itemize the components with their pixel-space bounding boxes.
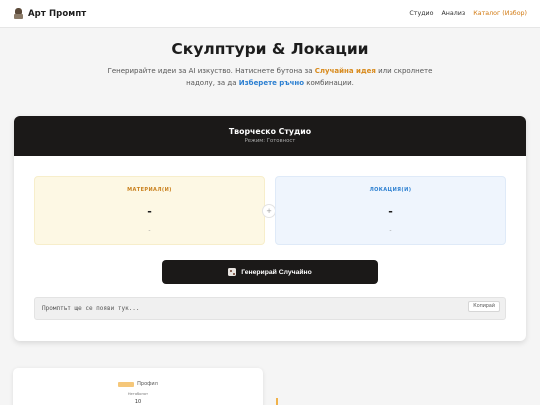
prompt-output[interactable]: Промптът ще се появи тук... Копирай (34, 297, 506, 320)
nav-studio[interactable]: Студио (409, 10, 433, 17)
subtitle-part-3: комбинации. (304, 78, 354, 87)
profile-card: Профил Нетабонот 10 (13, 368, 263, 405)
brand-name: Арт Промпт (28, 8, 87, 19)
accent-marker (276, 398, 278, 405)
profile-number: 10 (134, 399, 142, 405)
profile-row: Профил (13, 381, 263, 387)
creative-studio-panel: Творческо Студио Режим: Готовност МАТЕРИ… (14, 116, 526, 341)
bust-sculpture-icon (14, 8, 23, 19)
material-value: - (147, 205, 152, 218)
material-label: МАТЕРИАЛ(И) (127, 187, 172, 193)
page-title: Скулптури & Локации (171, 40, 369, 58)
profile-badge (118, 381, 135, 387)
location-card: ЛОКАЦИЯ(И) - - (275, 176, 506, 245)
brand[interactable]: Арт Промпт (14, 8, 86, 19)
nav-catalog[interactable]: Каталог (Избор) (473, 10, 527, 17)
random-idea-highlight: Случайна идея (314, 67, 376, 75)
manual-select-highlight: Изберете ръчно (238, 78, 305, 87)
nav-analysis[interactable]: Анализ (442, 10, 466, 17)
location-label: ЛОКАЦИЯ(И) (369, 187, 412, 193)
main-nav: Студио Анализ Каталог (Избор) (409, 10, 527, 17)
material-card: МАТЕРИАЛ(И) - - (34, 176, 265, 245)
subtitle-part-1: Генерирайте идеи за AI изкуство. Натисне… (107, 67, 315, 75)
plus-icon: + (262, 204, 276, 218)
profile-small-text: Нетабонот (127, 392, 149, 396)
location-value: - (388, 205, 393, 218)
copy-button[interactable]: Копирай (468, 301, 500, 312)
studio-header: Творческо Студио Режим: Готовност (14, 116, 526, 156)
dice-icon (228, 268, 237, 276)
studio-title: Творческо Студио (228, 127, 312, 136)
profile-label: Профил (137, 381, 158, 387)
generate-label: Генерирай Случайно (241, 268, 312, 276)
material-sub: - (148, 227, 151, 234)
studio-mode-status: Режим: Готовност (244, 138, 296, 144)
page-subtitle: Генерирайте идеи за AI изкуство. Натисне… (95, 66, 445, 89)
location-sub: - (389, 227, 392, 234)
generate-random-button[interactable]: Генерирай Случайно (162, 260, 378, 284)
top-nav-bar: Арт Промпт Студио Анализ Каталог (Избор) (0, 0, 540, 28)
prompt-placeholder: Промптът ще се появи тук... (42, 305, 140, 312)
